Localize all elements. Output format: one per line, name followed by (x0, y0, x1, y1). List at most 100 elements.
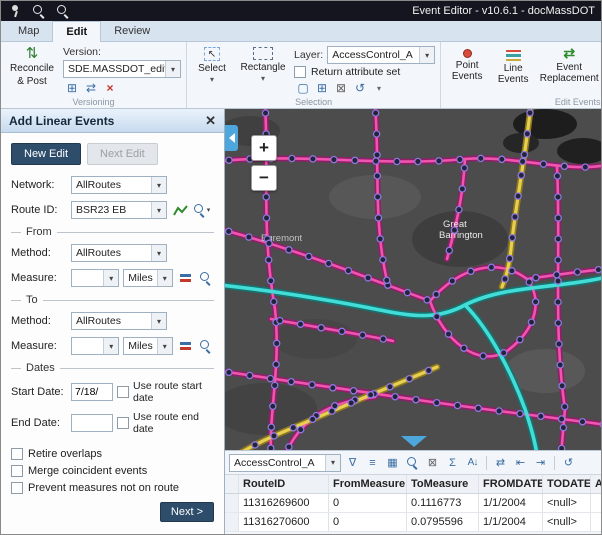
table-row[interactable]: 11316269600 0 0.1116773 1/1/2004 <null> (225, 494, 602, 513)
prevent-measures-checkbox[interactable] (11, 482, 23, 494)
merge-coincident-checkbox[interactable] (11, 465, 23, 477)
start-date-input[interactable] (71, 383, 113, 401)
clear-selection-icon[interactable]: ⊠ (424, 454, 441, 471)
switch-selection-icon[interactable]: ⇄ (492, 454, 509, 471)
col-tomeasure[interactable]: ToMeasure (407, 475, 479, 493)
use-route-start-checkbox[interactable] (117, 386, 129, 398)
tab-review[interactable]: Review (101, 21, 163, 41)
to-measure-combobox[interactable]: ▾ (71, 337, 119, 355)
return-attribute-set-checkbox[interactable] (294, 66, 306, 78)
chevron-left-icon (229, 133, 235, 143)
dates-section-separator: Dates (11, 362, 214, 374)
sort-ascending-icon[interactable]: A↓ (464, 454, 481, 471)
definition-filter-icon[interactable]: ∇ (344, 454, 361, 471)
go-to-end-icon[interactable]: ⇥ (532, 454, 549, 471)
reselect-icon[interactable]: ↺ (351, 80, 369, 96)
zoom-in-button[interactable]: + (251, 135, 277, 161)
table-cell: 11316269600 (239, 494, 329, 512)
col-routeid[interactable]: RouteID (239, 475, 329, 493)
use-route-end-label: Use route end date (133, 411, 214, 435)
event-replacement-button[interactable]: ⇄ Event Replacement (538, 44, 600, 85)
titlebar: Event Editor - v10.6.1 - docMassDOT (1, 1, 601, 21)
chevron-down-icon[interactable]: ▾ (157, 338, 172, 354)
pick-measure-on-map-icon[interactable] (177, 338, 194, 355)
collapse-panel-arrow[interactable] (225, 125, 238, 151)
refresh-version-icon[interactable]: ⊞ (63, 80, 81, 96)
chevron-down-icon[interactable]: ▾ (151, 245, 166, 261)
chevron-down-icon[interactable]: ▾ (325, 455, 340, 471)
chevron-down-icon[interactable]: ▾ (103, 270, 118, 286)
map-canvas[interactable]: Egremont Great Barrington + − (225, 109, 602, 450)
next-button[interactable]: Next > (160, 502, 214, 522)
chevron-down-icon[interactable]: ▾ (165, 61, 180, 77)
tab-edit[interactable]: Edit (52, 21, 101, 42)
delete-version-icon[interactable]: × (101, 80, 119, 96)
switch-version-icon[interactable]: ⇄ (82, 80, 100, 96)
use-route-end-checkbox[interactable] (117, 417, 129, 429)
point-events-button[interactable]: Point Events (446, 44, 488, 83)
chevron-down-icon[interactable]: ▾ (151, 313, 166, 329)
go-to-begin-icon[interactable]: ⇤ (512, 454, 529, 471)
to-method-combobox[interactable]: AllRoutes ▾ (71, 312, 167, 330)
chevron-down-icon[interactable]: ▾ (151, 177, 166, 193)
table-header-row: RouteID FromMeasure ToMeasure FROMDATE T… (225, 475, 602, 494)
zoom-in-icon[interactable] (55, 3, 71, 19)
pick-measure-on-map-icon[interactable] (177, 270, 194, 287)
row-selector[interactable] (225, 494, 239, 512)
version-combobox[interactable]: SDE.MASSDOT_editor1 ▾ (63, 60, 181, 78)
chevron-down-icon: ▾ (210, 76, 214, 85)
col-ac[interactable]: AC (591, 475, 602, 493)
col-frommeasure[interactable]: FromMeasure (329, 475, 407, 493)
table-row[interactable]: 11316270600 0 0.0795596 1/1/2004 <null> (225, 513, 602, 532)
network-label: Network: (11, 179, 67, 191)
select-route-on-map-icon[interactable] (171, 202, 189, 219)
chevron-down-icon[interactable]: ▾ (151, 202, 166, 218)
chevron-down-icon[interactable]: ▾ (370, 80, 388, 96)
from-method-label: Method: (11, 247, 67, 259)
layer-combobox[interactable]: AccessControl_A ▾ (327, 46, 435, 64)
collapse-table-arrow[interactable] (401, 436, 427, 447)
chevron-down-icon[interactable]: ▾ (103, 338, 118, 354)
retire-overlaps-checkbox[interactable] (11, 448, 23, 460)
route-id-combobox[interactable]: BSR23 EB ▾ (71, 201, 167, 219)
clear-selection-icon[interactable]: ⊠ (332, 80, 350, 96)
refresh-table-icon[interactable]: ↺ (560, 454, 577, 471)
row-selector[interactable] (225, 513, 239, 531)
line-events-button[interactable]: Line Events (493, 44, 533, 86)
from-method-combobox[interactable]: AllRoutes ▾ (71, 244, 167, 262)
end-date-input[interactable] (71, 414, 113, 432)
close-icon[interactable]: ✕ (205, 113, 216, 129)
to-section-separator: To (11, 294, 214, 306)
statistics-icon[interactable]: Σ (444, 454, 461, 471)
table-options-icon[interactable]: ≡ (364, 454, 381, 471)
select-by-attribute-icon[interactable]: ▢ (294, 80, 312, 96)
select-tool-button[interactable]: ↖ Select ▾ (192, 44, 232, 86)
from-unit-combobox[interactable]: Miles ▾ (123, 269, 173, 287)
chevron-down-icon[interactable]: ▾ (419, 47, 434, 63)
pin-icon[interactable] (7, 3, 23, 19)
zoom-out-icon[interactable] (31, 3, 47, 19)
network-combobox[interactable]: AllRoutes ▾ (71, 176, 167, 194)
table-cell: 0.0795596 (407, 513, 479, 531)
zoom-to-measure-icon[interactable] (197, 338, 214, 355)
from-measure-combobox[interactable]: ▾ (71, 269, 119, 287)
zoom-to-route-icon[interactable]: ▾ (193, 202, 211, 219)
zoom-to-measure-icon[interactable] (197, 270, 214, 287)
zoom-out-button[interactable]: − (251, 165, 277, 191)
rectangle-tool-button[interactable]: Rectangle ▾ (237, 44, 289, 85)
reconcile-post-button[interactable]: ⇅ Reconcile & Post (6, 44, 58, 88)
col-todate[interactable]: TODATE (543, 475, 591, 493)
to-unit-combobox[interactable]: Miles ▾ (123, 337, 173, 355)
col-fromdate[interactable]: FROMDATE (479, 475, 543, 493)
table-layer-combobox[interactable]: AccessControl_A ▾ (229, 454, 341, 472)
table-cell: 1/1/2004 (479, 494, 543, 512)
panel-header: Add Linear Events ✕ (1, 109, 224, 133)
table-cell: <null> (543, 494, 591, 512)
zoom-to-selection-icon[interactable] (404, 454, 421, 471)
event-editor-window: Event Editor - v10.6.1 - docMassDOT Map … (0, 0, 602, 535)
tab-map[interactable]: Map (5, 21, 52, 41)
select-by-location-icon[interactable]: ⊞ (313, 80, 331, 96)
columns-icon[interactable]: ▦ (384, 454, 401, 471)
new-edit-button[interactable]: New Edit (11, 143, 81, 165)
chevron-down-icon[interactable]: ▾ (157, 270, 172, 286)
